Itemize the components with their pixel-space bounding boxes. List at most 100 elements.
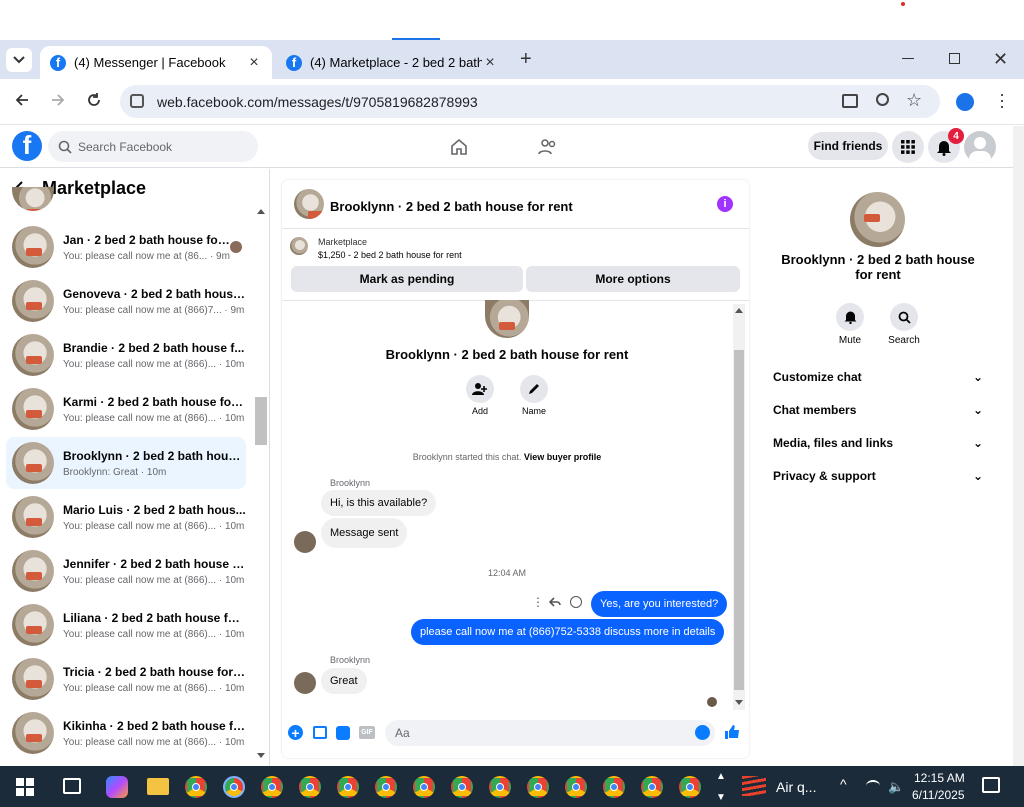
task-view-icon[interactable] [63, 778, 81, 794]
network-icon[interactable] [866, 780, 880, 792]
tab-messenger[interactable]: f (4) Messenger | Facebook × [40, 46, 272, 79]
sticker-button[interactable] [336, 726, 350, 740]
view-buyer-profile-link[interactable]: View buyer profile [524, 452, 601, 462]
privacy-support-section[interactable]: Privacy & support ⌄ [773, 469, 983, 483]
menu-grid-button[interactable] [892, 131, 924, 163]
photo-button[interactable] [313, 726, 327, 739]
chrome-taskbar-icon[interactable] [413, 776, 435, 798]
friends-nav-button[interactable] [538, 138, 558, 156]
minimize-button[interactable] [902, 58, 914, 59]
chrome-taskbar-icon[interactable] [375, 776, 397, 798]
forward-button[interactable] [50, 92, 66, 108]
weather-text[interactable]: Air q... [776, 779, 816, 795]
search-chat-button[interactable] [890, 303, 918, 331]
incoming-message[interactable]: Great [321, 668, 367, 694]
close-window-button[interactable]: ✕ [993, 49, 1008, 70]
conversation-item[interactable]: Jennifer · 2 bed 2 bath house f... You: p… [6, 545, 246, 597]
home-nav-button[interactable] [450, 138, 468, 156]
chat-scroll-down-icon[interactable] [735, 700, 743, 705]
site-info-icon[interactable] [130, 94, 144, 108]
facebook-logo-icon[interactable]: f [12, 131, 42, 161]
chrome-taskbar-icon[interactable] [489, 776, 511, 798]
address-bar[interactable]: web.facebook.com/messages/t/970581968287… [120, 85, 940, 118]
chat-info-icon[interactable]: i [717, 196, 733, 212]
taskbar-scroll-up-icon[interactable]: ▲ [716, 771, 726, 782]
account-avatar[interactable] [964, 131, 996, 163]
new-tab-button[interactable]: + [520, 48, 532, 71]
mark-as-pending-button[interactable]: Mark as pending [291, 266, 523, 292]
outgoing-message[interactable]: Yes, are you interested? [591, 591, 728, 617]
tab-marketplace[interactable]: f (4) Marketplace - 2 bed 2 bath h × [276, 46, 508, 79]
chat-header-avatar[interactable] [294, 189, 324, 219]
chrome-taskbar-icon[interactable] [641, 776, 663, 798]
weather-icon[interactable] [742, 776, 766, 796]
gif-button[interactable]: GIF [359, 726, 375, 739]
reload-button[interactable] [86, 92, 102, 108]
conversation-item[interactable]: Brandie · 2 bed 2 bath house f... You: pl… [6, 329, 246, 381]
scroll-up-icon[interactable] [257, 209, 265, 214]
scroll-thumb[interactable] [255, 397, 267, 445]
emoji-button[interactable] [695, 725, 710, 740]
incoming-message[interactable]: Message sent [321, 518, 408, 548]
outgoing-message[interactable]: please call now me at (866)752-5338 disc… [411, 619, 725, 645]
chrome-taskbar-icon[interactable] [337, 776, 359, 798]
chrome-taskbar-icon[interactable] [679, 776, 701, 798]
listing-thumb[interactable] [290, 237, 308, 255]
find-friends-button[interactable]: Find friends [808, 132, 888, 160]
chat-header-title[interactable]: Brooklynn · 2 bed 2 bath house for rent [330, 199, 573, 214]
notification-center-icon[interactable] [982, 777, 1000, 793]
taskbar-scroll-down-icon[interactable]: ▼ [716, 792, 726, 803]
react-emoji-icon[interactable] [570, 596, 582, 608]
chrome-taskbar-icon[interactable] [261, 776, 283, 798]
close-tab-icon[interactable]: × [246, 54, 262, 72]
conversation-item[interactable]: Karmi · 2 bed 2 bath house for ... You: p… [6, 383, 246, 435]
close-tab-icon[interactable]: × [482, 54, 498, 72]
install-app-icon[interactable] [842, 94, 858, 108]
scroll-down-icon[interactable] [257, 753, 265, 758]
chrome-taskbar-icon[interactable] [299, 776, 321, 798]
restore-button[interactable] [949, 53, 960, 64]
message-input[interactable]: Aa [385, 720, 715, 746]
chrome-taskbar-icon[interactable] [223, 776, 245, 798]
url-text[interactable]: web.facebook.com/messages/t/970581968287… [157, 94, 478, 110]
volume-icon[interactable]: 🔈 [888, 779, 904, 795]
add-people-button[interactable] [466, 375, 494, 403]
conversation-item[interactable]: Genoveva · 2 bed 2 bath house... You: ple… [6, 275, 246, 327]
mute-button[interactable] [836, 303, 864, 331]
conversation-item[interactable]: Liliana · 2 bed 2 bath house for... You: … [6, 599, 246, 651]
composer-plus-button[interactable]: + [288, 725, 303, 741]
chat-scrollbar[interactable] [733, 304, 745, 710]
chat-members-section[interactable]: Chat members ⌄ [773, 403, 983, 417]
facebook-search-input[interactable]: Search Facebook [48, 131, 258, 162]
bookmark-star-icon[interactable]: ☆ [906, 90, 922, 111]
reply-icon[interactable] [549, 597, 561, 607]
conversation-item[interactable]: Tricia · 2 bed 2 bath house for r... You:… [6, 653, 246, 705]
chrome-taskbar-icon[interactable] [451, 776, 473, 798]
clock-date[interactable]: 6/11/2025 [912, 788, 965, 802]
chat-scroll-up-icon[interactable] [735, 308, 743, 313]
customize-chat-section[interactable]: Customize chat ⌄ [773, 370, 983, 384]
chrome-taskbar-icon[interactable] [603, 776, 625, 798]
edit-name-button[interactable] [520, 375, 548, 403]
chat-list-scrollbar[interactable] [254, 205, 268, 761]
tab-search-button[interactable] [6, 48, 32, 72]
chrome-taskbar-icon[interactable] [565, 776, 587, 798]
chat-scroll-thumb[interactable] [734, 350, 744, 690]
copilot-icon[interactable] [106, 776, 128, 798]
conversation-item[interactable]: Brooklynn · 2 bed 2 bath house... Brookly… [6, 437, 246, 489]
zoom-icon[interactable] [876, 93, 889, 106]
more-options-button[interactable]: More options [526, 266, 740, 292]
media-files-section[interactable]: Media, files and links ⌄ [773, 436, 983, 450]
clock-time[interactable]: 12:15 AM [914, 771, 965, 785]
back-button[interactable] [14, 92, 30, 108]
listing-detail[interactable]: $1,250 - 2 bed 2 bath house for rent [318, 250, 462, 260]
message-more-icon[interactable]: ⋮ [532, 595, 544, 609]
chrome-taskbar-icon[interactable] [527, 776, 549, 798]
conversation-item[interactable]: Jan · 2 bed 2 bath house for ... You: ple… [6, 221, 246, 273]
browser-menu-icon[interactable]: · · · [999, 85, 1005, 115]
like-button[interactable] [724, 724, 740, 740]
page-scrollbar[interactable] [1013, 126, 1024, 766]
tray-chevron-icon[interactable]: ^ [840, 776, 847, 792]
start-button[interactable] [16, 778, 34, 796]
conversation-item[interactable]: Kikinha · 2 bed 2 bath house fo... You: p… [6, 707, 246, 759]
